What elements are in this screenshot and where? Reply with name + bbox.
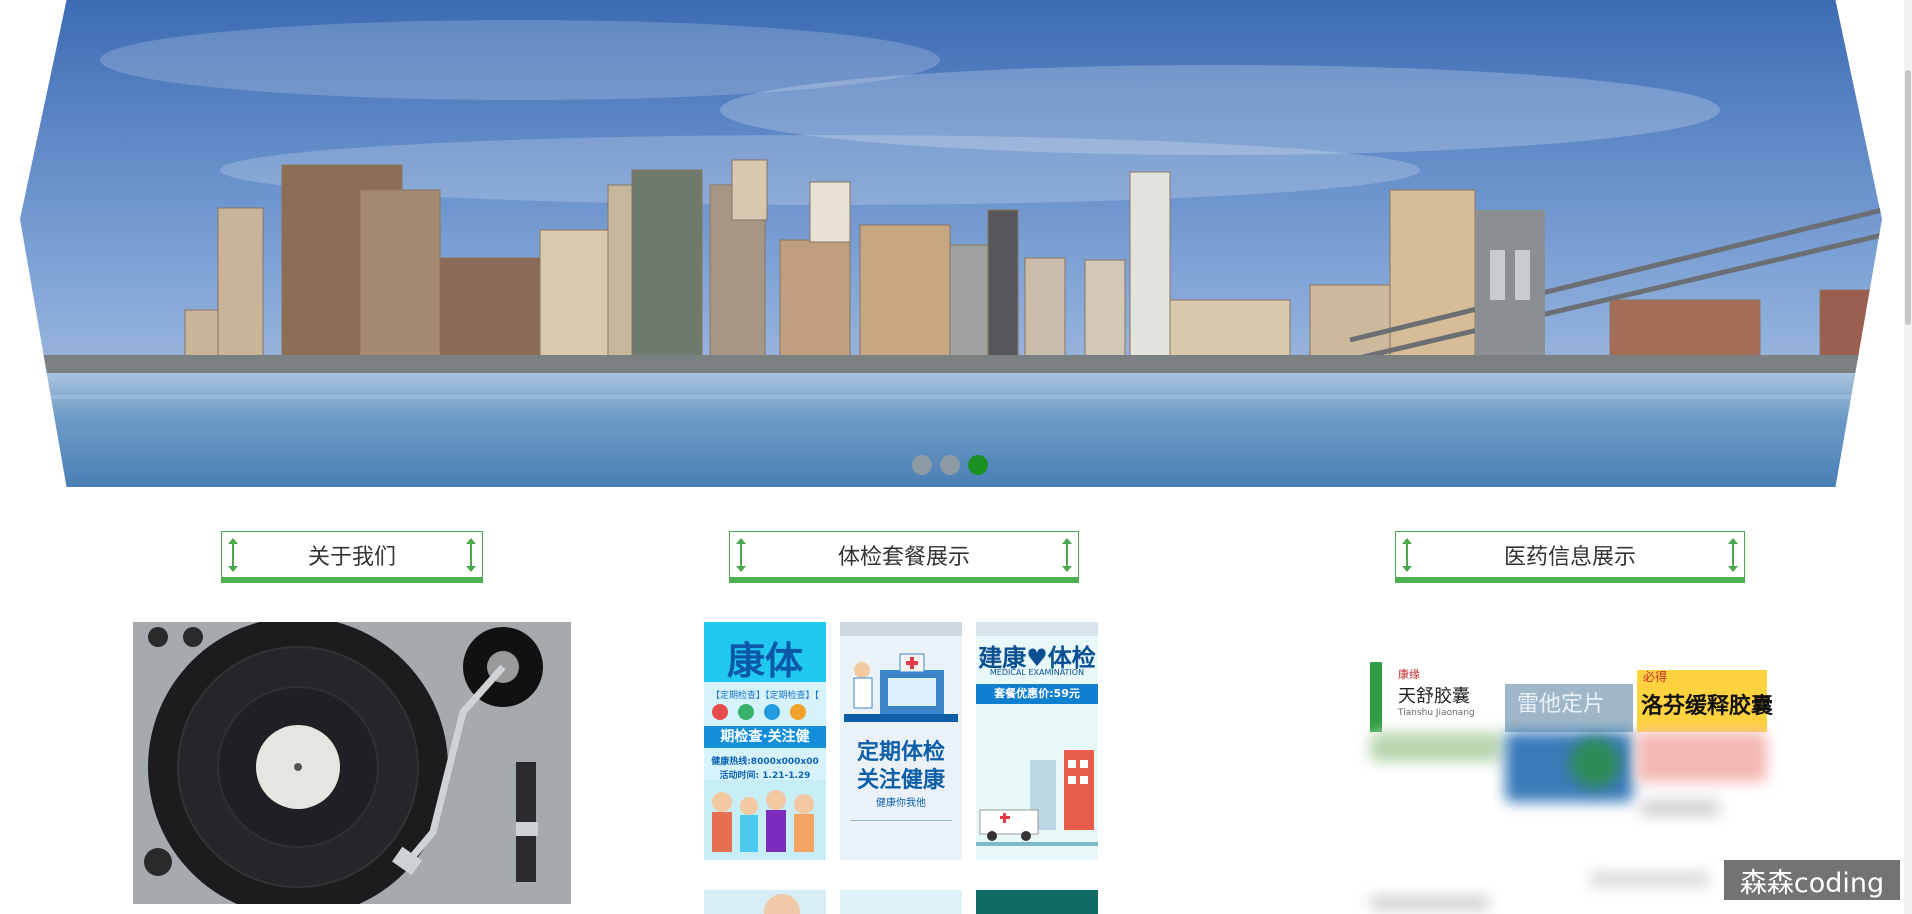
carousel-dot-2[interactable]: [940, 455, 960, 475]
ambulance-illustration-icon: [976, 750, 1098, 860]
package-poster-3[interactable]: 建康♥体检 MEDICAL EXAMINATION 套餐优惠价:59元: [976, 622, 1098, 860]
carousel-dot-1[interactable]: [912, 455, 932, 475]
package-poster-6[interactable]: [976, 890, 1098, 914]
package-poster-4[interactable]: [704, 890, 826, 914]
package-poster-2[interactable]: 定期体检 关注健康 健康你我他: [840, 622, 962, 860]
scrollbar-thumb[interactable]: [1905, 70, 1911, 325]
package-poster-5[interactable]: [840, 890, 962, 914]
poster-line: 期检查·关注健: [704, 726, 826, 748]
medicine-product-3[interactable]: 必得 洛芬缓释胶囊: [1637, 670, 1773, 732]
medicine-heading: 医药信息展示: [1395, 531, 1745, 583]
poster-sub: MEDICAL EXAMINATION: [989, 668, 1085, 677]
poster-line: 关注健康: [856, 768, 945, 793]
poster-small: 健康你我他: [876, 798, 926, 809]
package-poster-1[interactable]: 康体 【定期检查】【定期检查】【 期检查·关注健 健康热线:8000x000x0…: [704, 622, 826, 860]
medicine-blur: [1637, 732, 1767, 782]
poster-headline: 康体: [726, 639, 803, 683]
medicine-blur: [1590, 872, 1710, 886]
watermark: 森森coding: [1724, 860, 1900, 900]
poster-hotline: 健康热线:8000x000x00: [711, 757, 819, 767]
arrow-decoration-icon: [1062, 538, 1072, 572]
carousel-indicators: [912, 455, 988, 475]
medicine-product-2[interactable]: 雷他定片: [1505, 684, 1633, 732]
arrow-decoration-icon: [228, 538, 238, 572]
medicine-name: 天舒胶囊: [1398, 686, 1470, 707]
medicine-blur: [1370, 896, 1490, 910]
family-illustration-icon: [704, 780, 826, 860]
about-heading: 关于我们: [221, 531, 483, 583]
medicine-sub: Tianshu Jiaonang: [1398, 708, 1475, 718]
medicine-product-1[interactable]: 康缘 天舒胶囊 Tianshu Jiaonang: [1370, 662, 1502, 732]
medicine-blur: [1370, 732, 1502, 762]
turntable-icon: [133, 617, 571, 914]
city-skyline-image: [20, 0, 1882, 487]
carousel-dot-3[interactable]: [968, 455, 988, 475]
packages-title: 体检套餐展示: [837, 544, 970, 570]
medicine-brand: 康缘: [1398, 668, 1420, 681]
hero-banner[interactable]: [20, 0, 1882, 487]
medicine-brand: 必得: [1643, 670, 1668, 684]
hospital-illustration-icon: [844, 653, 958, 722]
packages-heading: 体检套餐展示: [729, 531, 1079, 583]
about-title: 关于我们: [307, 544, 396, 570]
medicine-name: 洛芬缓释胶囊: [1641, 694, 1774, 719]
medicine-blur: [1640, 800, 1720, 816]
arrow-decoration-icon: [1728, 538, 1738, 572]
medicine-name: 雷他定片: [1517, 692, 1606, 717]
arrow-decoration-icon: [466, 538, 476, 572]
medicine-title: 医药信息展示: [1503, 544, 1636, 570]
poster-price: 套餐优惠价:59元: [976, 684, 1098, 704]
about-turntable-image[interactable]: [133, 617, 571, 914]
arrow-decoration-icon: [1402, 538, 1412, 572]
arrow-decoration-icon: [736, 538, 746, 572]
medicine-blur: [1570, 738, 1620, 788]
poster-tags: 【定期检查】【定期检查】【: [710, 691, 819, 701]
